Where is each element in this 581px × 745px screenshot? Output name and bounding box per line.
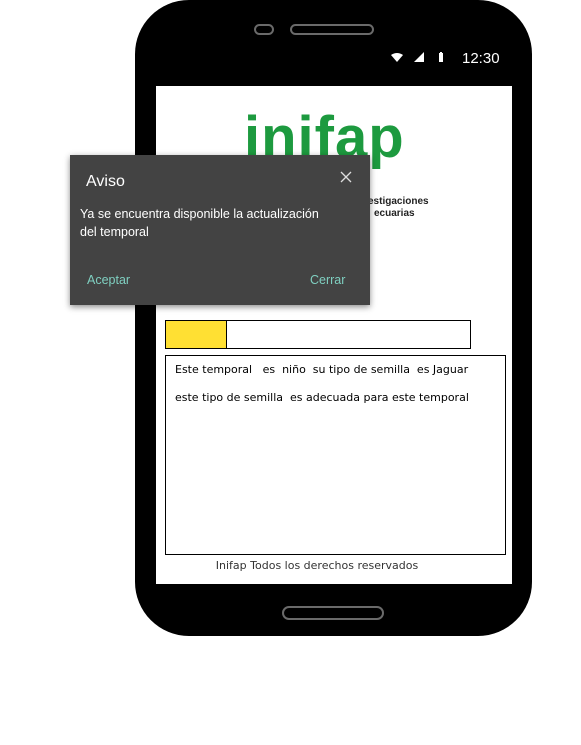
dialog-message: Ya se encuentra disponible la actualizac… xyxy=(80,207,319,239)
message-box: Este temporal es niño su tipo de semilla… xyxy=(165,355,506,555)
battery-icon xyxy=(434,51,448,65)
close-icon[interactable] xyxy=(338,169,354,185)
accept-button[interactable]: Aceptar xyxy=(87,273,130,287)
status-time: 12:30 xyxy=(462,49,500,67)
progress-bar xyxy=(165,320,471,349)
footer-copyright: Inifap Todos los derechos reservados xyxy=(215,559,419,572)
logo-subtitle: estigaciones ecuarias xyxy=(368,196,488,220)
front-camera xyxy=(254,24,274,35)
status-bar: 12:30 xyxy=(390,48,500,68)
home-button[interactable] xyxy=(282,606,384,620)
signal-icon xyxy=(412,51,426,65)
close-button[interactable]: Cerrar xyxy=(310,273,345,287)
earpiece-speaker xyxy=(290,24,374,35)
progress-fill xyxy=(166,321,227,348)
message-line-1: Este temporal es niño su tipo de semilla… xyxy=(175,363,469,376)
logo-subtitle-line1: estigaciones xyxy=(368,196,429,207)
message-line-2: este tipo de semilla es adecuada para es… xyxy=(175,391,469,404)
wifi-icon xyxy=(390,52,404,65)
alert-dialog: Aviso Ya se encuentra disponible la actu… xyxy=(70,155,370,305)
logo-subtitle-line2: ecuarias xyxy=(374,208,415,219)
dialog-title: Aviso xyxy=(86,173,125,190)
